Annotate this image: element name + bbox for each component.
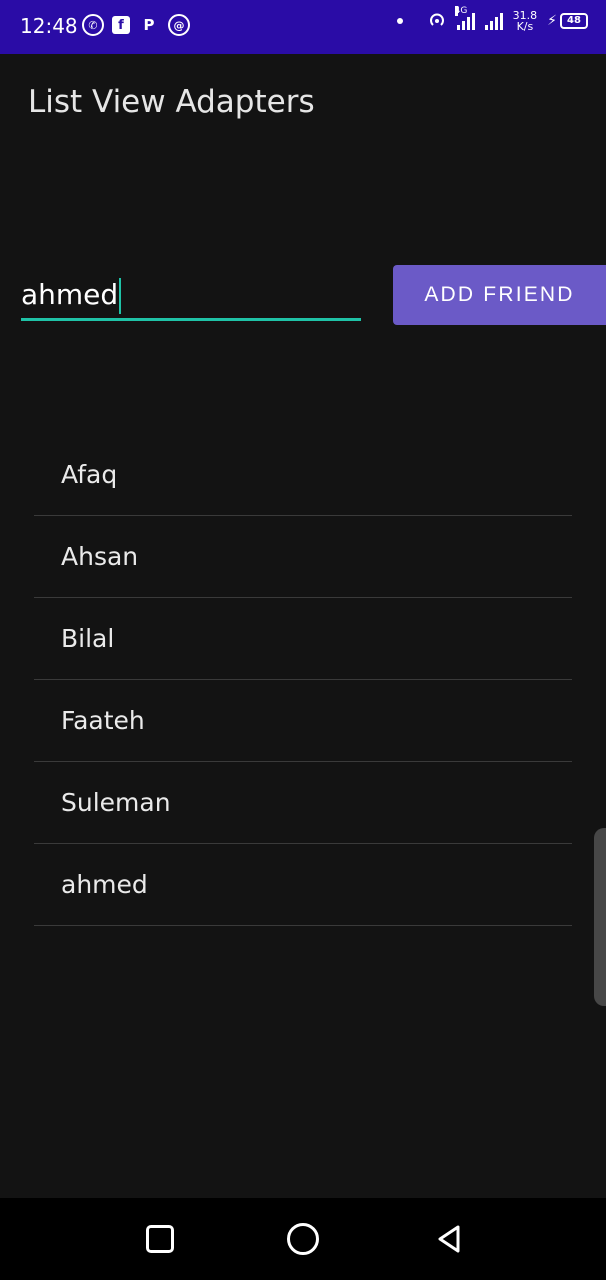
- friend-list[interactable]: Afaq Ahsan Bilal Faateh Suleman ahmed: [34, 434, 572, 926]
- list-item-label: Afaq: [61, 460, 118, 489]
- recents-icon: [146, 1225, 174, 1253]
- home-icon: [287, 1223, 319, 1255]
- list-item[interactable]: Faateh: [34, 680, 572, 762]
- home-button[interactable]: [286, 1222, 320, 1256]
- back-icon: [438, 1225, 460, 1253]
- list-item[interactable]: Afaq: [34, 434, 572, 516]
- network-type-label: 4G: [454, 6, 468, 16]
- charging-icon: ⚡: [547, 13, 557, 29]
- whatsapp-icon: ✆: [82, 14, 104, 36]
- friend-name-value[interactable]: ahmed: [21, 278, 122, 314]
- back-button[interactable]: [433, 1222, 467, 1256]
- list-item-label: Suleman: [61, 788, 171, 817]
- network-speed: 31.8 K/s: [513, 10, 538, 32]
- recents-button[interactable]: [143, 1222, 177, 1256]
- app-title: List View Adapters: [28, 84, 315, 120]
- status-time: 12:48: [20, 14, 78, 38]
- hotspot-icon: [429, 13, 444, 26]
- status-bar: 12:48 ✆ f P @ 4G 31.8 K/s ⚡ 48: [0, 0, 606, 54]
- text-cursor: [119, 278, 122, 314]
- list-item[interactable]: ahmed: [34, 844, 572, 926]
- list-item[interactable]: Suleman: [34, 762, 572, 844]
- signal-4g-icon: 4G: [454, 6, 475, 30]
- add-friend-button[interactable]: ADD FRIEND: [393, 265, 606, 325]
- facebook-icon: f: [112, 16, 130, 34]
- friend-name-input[interactable]: ahmed: [21, 272, 361, 321]
- battery-indicator: ⚡ 48: [547, 13, 588, 29]
- list-item-label: Bilal: [61, 624, 115, 653]
- list-item-label: ahmed: [61, 870, 148, 899]
- notification-icons: ✆ f P @: [82, 14, 190, 36]
- p-app-icon: P: [143, 16, 155, 34]
- list-item-label: Faateh: [61, 706, 145, 735]
- edge-panel-handle[interactable]: [594, 828, 606, 1006]
- status-indicators: 4G 31.8 K/s ⚡ 48: [396, 6, 588, 32]
- battery-level: 48: [560, 13, 588, 29]
- list-item-label: Ahsan: [61, 542, 139, 571]
- list-item[interactable]: Ahsan: [34, 516, 572, 598]
- dialer-icon: @: [168, 14, 190, 36]
- list-item[interactable]: Bilal: [34, 598, 572, 680]
- notification-dot-icon: [396, 18, 403, 24]
- signal-icon: [484, 12, 503, 30]
- navigation-bar: [0, 1198, 606, 1280]
- speed-unit: K/s: [516, 20, 534, 33]
- input-text: ahmed: [21, 278, 119, 311]
